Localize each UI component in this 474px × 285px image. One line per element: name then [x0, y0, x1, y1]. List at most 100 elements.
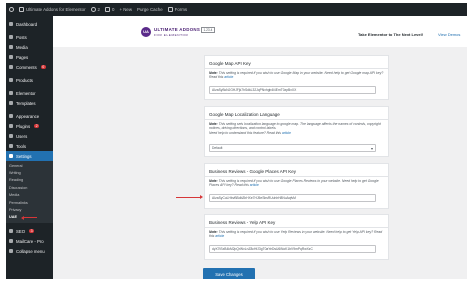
language-select[interactable]: Default [209, 144, 376, 152]
submenu-item-permalinks[interactable]: Permalinks [6, 199, 53, 206]
header-tagline: Take Elementor to The Next Level! [358, 32, 424, 37]
sidebar-item-seo[interactable]: SEO 3 [6, 226, 53, 236]
sidebar-item-label: Elementor [16, 90, 36, 96]
wp-logo[interactable] [9, 7, 14, 12]
note-text: This setting is required if you wish to … [209, 230, 383, 239]
updates-icon [90, 7, 96, 12]
dashboard-icon [9, 22, 13, 26]
brand-subtitle: FOR ELEMENTOR [154, 33, 189, 37]
card-title: Business Reviews - Google Places API Key [209, 169, 297, 174]
sidebar-item-label: MailCare - Pro [16, 238, 44, 244]
submenu-item-general[interactable]: General [6, 162, 53, 169]
sidebar-item-pages[interactable]: Pages [6, 52, 53, 62]
comments-link[interactable]: 0 [105, 7, 114, 12]
wordpress-icon [9, 7, 14, 12]
note-text: This setting sets localization language … [209, 122, 381, 131]
annotation-arrow-right [176, 195, 203, 200]
sidebar-item-label: Tools [16, 143, 27, 149]
sidebar-item-tools[interactable]: Tools [6, 141, 53, 151]
sidebar-item-label: Templates [16, 100, 36, 106]
sidebar-item-elementor[interactable]: Elementor [6, 88, 53, 98]
note-label: Note: [209, 71, 218, 75]
sidebar-item-collapse[interactable]: Collapse menu [6, 246, 53, 256]
submenu-item-writing[interactable]: Writing [6, 169, 53, 176]
note-text: Need help to understand this feature? Re… [209, 130, 282, 135]
page-icon [9, 55, 13, 59]
updates-link[interactable]: 2 [90, 7, 100, 12]
browser-viewport: Ultimate Addons for Elementor 2 0 + New … [6, 3, 467, 279]
submenu-item-reading[interactable]: Reading [6, 177, 53, 184]
card-note: Note: This setting is required if you wi… [209, 179, 384, 188]
yelp-api-key-card: Business Reviews - Yelp API Key Note: Th… [204, 214, 389, 260]
updates-count: 2 [97, 7, 100, 12]
submenu-item-privacy[interactable]: Privacy [6, 206, 53, 213]
uae-logo: UA [141, 27, 151, 37]
forms-link[interactable]: Forms [167, 7, 187, 12]
plugins-badge: 2 [34, 123, 40, 129]
sidebar-item-products[interactable]: Products [6, 75, 53, 85]
gmap-api-key-input[interactable] [209, 86, 376, 94]
note-text: This setting is required if you wish to … [209, 71, 384, 80]
new-content-link[interactable]: + New [119, 7, 132, 12]
sidebar-item-label: Appearance [16, 113, 40, 119]
comment-icon [9, 65, 13, 69]
card-note: Note: This setting sets localization lan… [209, 122, 384, 135]
sidebar-item-mailcare[interactable]: MailCare - Pro [6, 236, 53, 246]
submenu-item-uae[interactable]: UAE [6, 214, 53, 221]
sidebar-item-dashboard[interactable]: Dashboard [6, 19, 53, 29]
article-link[interactable]: article [250, 183, 259, 187]
gmap-language-card: Google Map Localization Language Note: T… [204, 106, 389, 157]
submenu-item-uae-label: UAE [9, 215, 18, 220]
comments-count: 0 [112, 7, 115, 12]
purge-cache-link[interactable]: Purge Cache [137, 7, 163, 12]
sidebar-item-plugins[interactable]: Plugins 2 [6, 121, 53, 131]
divider [205, 227, 388, 228]
sidebar-item-media[interactable]: Media [6, 42, 53, 52]
article-link[interactable]: article [282, 131, 291, 135]
seo-icon [9, 229, 13, 234]
article-link[interactable]: article [224, 75, 233, 79]
yelp-api-key-input[interactable] [209, 245, 376, 253]
plugin-header: UA ULTIMATE ADDONS FOR ELEMENTOR 1.23.4 … [53, 16, 467, 47]
sidebar-item-label: SEO [16, 228, 26, 234]
sidebar-item-templates[interactable]: Templates [6, 98, 53, 108]
new-content-label: + New [119, 7, 133, 12]
sidebar-item-comments[interactable]: Comments 0 [6, 62, 53, 72]
article-link[interactable]: article [215, 234, 224, 238]
submenu-item-media[interactable]: Media [6, 192, 53, 199]
settings-submenu: General Writing Reading Discussion Media… [6, 161, 53, 224]
sidebar-item-appearance[interactable]: Appearance [6, 111, 53, 121]
plug-icon [9, 124, 13, 128]
sidebar-item-label: Posts [16, 34, 27, 40]
sidebar-item-label: Comments [16, 64, 37, 70]
language-select-value: Default [212, 146, 223, 150]
site-name-link[interactable]: Ultimate Addons for Elementor [19, 7, 86, 12]
forms-icon [167, 7, 173, 12]
sidebar-item-label: Users [16, 133, 28, 139]
divider [205, 176, 388, 177]
version-badge: 1.23.4 [201, 27, 215, 34]
save-changes-button[interactable]: Save Changes [203, 268, 255, 279]
sidebar-item-label: Settings [16, 153, 32, 159]
admin-bar: Ultimate Addons for Elementor 2 0 + New … [6, 3, 467, 16]
sidebar-item-posts[interactable]: Posts [6, 32, 53, 42]
submenu-item-discussion[interactable]: Discussion [6, 184, 53, 191]
card-note: Note: This setting is required if you wi… [209, 71, 384, 80]
comment-icon [105, 7, 110, 12]
elementor-icon [9, 91, 13, 95]
settings-icon [9, 154, 13, 158]
sidebar-item-users[interactable]: Users [6, 131, 53, 141]
places-api-key-input[interactable] [209, 194, 376, 202]
sidebar-item-settings[interactable]: Settings [6, 151, 53, 161]
annotation-arrow-left [21, 215, 37, 220]
note-label: Note: [209, 179, 218, 183]
chevron-down-icon [371, 147, 373, 150]
brand-title: ULTIMATE ADDONS [154, 27, 201, 32]
folder-icon [9, 101, 13, 105]
view-demos-link[interactable]: View Demos [438, 32, 460, 37]
sidebar-item-label: Products [16, 77, 33, 83]
admin-sidebar: Dashboard Posts Media Pages Comments 0 Pr… [6, 16, 53, 279]
card-title: Google Map API Key [209, 61, 251, 66]
divider [205, 68, 388, 69]
home-icon [19, 7, 24, 12]
